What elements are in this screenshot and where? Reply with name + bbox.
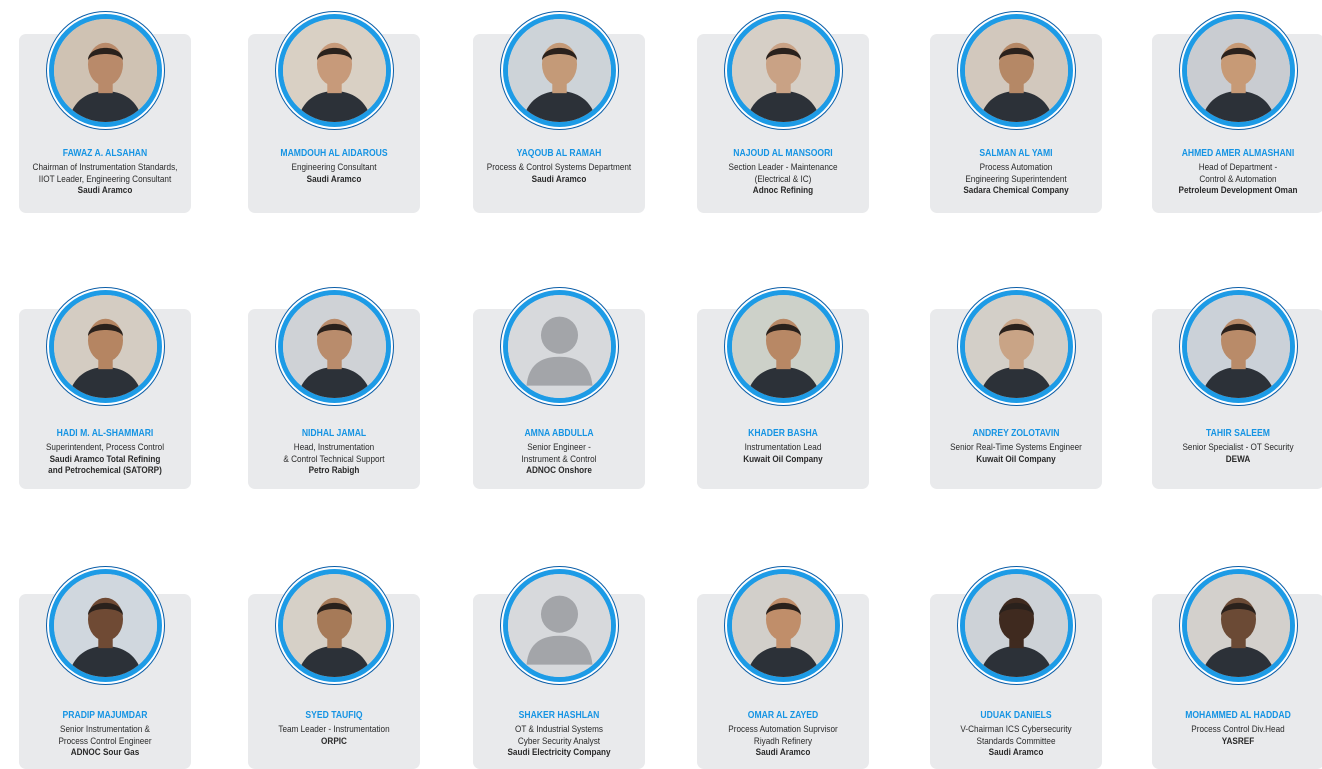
speaker-organization: Saudi Electricity Company <box>507 747 611 758</box>
speaker-info: SALMAN AL YAMI Process Automation Enginee… <box>942 148 1090 197</box>
speaker-info: AHMED AMER ALMASHANI Head of Department -… <box>1164 148 1312 197</box>
placeholder-avatar-icon <box>503 290 616 403</box>
speaker-name: KHADER BASHA <box>748 428 818 439</box>
speaker-organization: Sadara Chemical Company <box>963 185 1069 196</box>
speaker-name: TAHIR SALEEM <box>1206 428 1270 439</box>
speaker-info: KHADER BASHA Instrumentation Lead Kuwait O… <box>709 428 857 465</box>
speaker-organization: DEWA <box>1225 453 1251 465</box>
speaker-organization: Petro Rabigh <box>308 465 360 476</box>
speaker-photo <box>960 290 1073 403</box>
speaker-name: ANDREY ZOLOTAVIN <box>972 428 1060 439</box>
speaker-organization: ADNOC Onshore <box>526 465 592 476</box>
speaker-name: UDUAK DANIELS <box>980 710 1052 721</box>
speaker-info: ANDREY ZOLOTAVIN Senior Real-Time Systems… <box>942 428 1090 465</box>
speaker-photo <box>49 569 162 682</box>
speaker-role: Team Leader - Instrumentation <box>278 724 390 735</box>
speaker-info: SHAKER HASHLAN OT & Industrial Systems Cy… <box>485 710 633 759</box>
speaker-info: NAJOUD AL MANSOORI Section Leader - Maint… <box>709 148 857 197</box>
speaker-name: HADI M. AL-SHAMMARI <box>56 428 154 439</box>
speaker-organization: Saudi Aramco <box>77 185 133 196</box>
speaker-role: Chairman of Instrumentation Standards, I… <box>32 162 178 185</box>
speaker-name: NAJOUD AL MANSOORI <box>733 148 833 159</box>
speaker-role: Superintendent, Process Control <box>45 442 165 453</box>
speaker-organization: ORPIC <box>321 735 347 747</box>
speaker-name: AMNA ABDULLA <box>524 428 594 439</box>
speaker-organization: Saudi Aramco <box>306 173 362 185</box>
speaker-role: Process Control Div.Head <box>1191 724 1285 735</box>
speaker-name: NIDHAL JAMAL <box>301 428 367 439</box>
speaker-photo <box>727 14 840 127</box>
speaker-role: Senior Specialist - OT Security <box>1182 442 1294 453</box>
speaker-role: Senior Engineer - Instrument & Control <box>521 442 597 465</box>
speaker-photo <box>1182 569 1295 682</box>
speaker-name: FAWAZ A. ALSAHAN <box>62 148 148 159</box>
speaker-organization: Saudi Aramco <box>755 747 811 758</box>
speaker-role: Section Leader - Maintenance (Electrical… <box>728 162 838 185</box>
speaker-photo <box>1182 14 1295 127</box>
speaker-organization: Kuwait Oil Company <box>743 453 823 465</box>
speaker-role: Senior Real-Time Systems Engineer <box>950 442 1082 453</box>
speaker-name: MAMDOUH AL AIDAROUS <box>280 148 388 159</box>
speaker-photo <box>278 569 391 682</box>
speaker-name: YAQOUB AL RAMAH <box>516 148 602 159</box>
speaker-role: Head of Department - Control & Automatio… <box>1198 162 1278 185</box>
speaker-name: SYED TAUFIQ <box>305 710 363 721</box>
speaker-name: OMAR AL ZAYED <box>747 710 819 721</box>
speaker-info: OMAR AL ZAYED Process Automation Suprviso… <box>709 710 857 759</box>
speaker-role: Process & Control Systems Department <box>486 162 632 173</box>
speaker-role: OT & Industrial Systems Cyber Security A… <box>515 724 603 747</box>
speaker-organization: Saudi Aramco <box>988 747 1044 758</box>
speaker-role: Head, Instrumentation & Control Technica… <box>283 442 385 465</box>
speaker-photo <box>727 290 840 403</box>
speaker-organization: Saudi Aramco Total Refining and Petroche… <box>48 453 162 477</box>
speaker-role: Senior Instrumentation & Process Control… <box>58 724 152 747</box>
speaker-name: SALMAN AL YAMI <box>979 148 1053 159</box>
speaker-photo <box>49 14 162 127</box>
speaker-photo <box>1182 290 1295 403</box>
speaker-info: FAWAZ A. ALSAHAN Chairman of Instrumentat… <box>31 148 179 197</box>
speaker-info: UDUAK DANIELS V-Chairman ICS Cybersecurit… <box>942 710 1090 759</box>
speaker-info: TAHIR SALEEM Senior Specialist - OT Secur… <box>1164 428 1312 465</box>
speaker-role: Process Automation Engineering Superinte… <box>965 162 1067 185</box>
speaker-photo <box>278 290 391 403</box>
placeholder-avatar-icon <box>503 569 616 682</box>
speaker-name: SHAKER HASHLAN <box>518 710 600 721</box>
speaker-organization: Saudi Aramco <box>531 173 587 185</box>
speaker-info: SYED TAUFIQ Team Leader - Instrumentation… <box>260 710 408 747</box>
speaker-info: MAMDOUH AL AIDAROUS Engineering Consultan… <box>260 148 408 185</box>
speaker-name: AHMED AMER ALMASHANI <box>1181 148 1295 159</box>
speaker-organization: Kuwait Oil Company <box>976 453 1056 465</box>
speaker-info: NIDHAL JAMAL Head, Instrumentation & Cont… <box>260 428 408 477</box>
speaker-photo <box>960 14 1073 127</box>
speaker-info: YAQOUB AL RAMAH Process & Control Systems… <box>485 148 633 185</box>
speaker-role: Engineering Consultant <box>291 162 377 173</box>
speaker-name: PRADIP MAJUMDAR <box>62 710 148 721</box>
speaker-role: Process Automation Suprvisor Riyadh Refi… <box>728 724 838 747</box>
speaker-organization: Petroleum Development Oman <box>1178 185 1298 196</box>
speaker-photo <box>49 290 162 403</box>
speaker-photo <box>727 569 840 682</box>
speaker-info: PRADIP MAJUMDAR Senior Instrumentation & … <box>31 710 179 759</box>
speaker-organization: YASREF <box>1221 735 1255 747</box>
speaker-info: MOHAMMED AL HADDAD Process Control Div.He… <box>1164 710 1312 747</box>
speaker-info: AMNA ABDULLA Senior Engineer - Instrument… <box>485 428 633 477</box>
speaker-info: HADI M. AL-SHAMMARI Superintendent, Proce… <box>31 428 179 477</box>
speaker-organization: ADNOC Sour Gas <box>70 747 140 758</box>
speaker-name: MOHAMMED AL HADDAD <box>1185 710 1291 721</box>
speaker-organization: Adnoc Refining <box>752 185 814 196</box>
speaker-role: V-Chairman ICS Cybersecurity Standards C… <box>960 724 1072 747</box>
speaker-photo <box>278 14 391 127</box>
speaker-role: Instrumentation Lead <box>744 442 822 453</box>
speaker-photo <box>503 14 616 127</box>
speaker-photo <box>960 569 1073 682</box>
